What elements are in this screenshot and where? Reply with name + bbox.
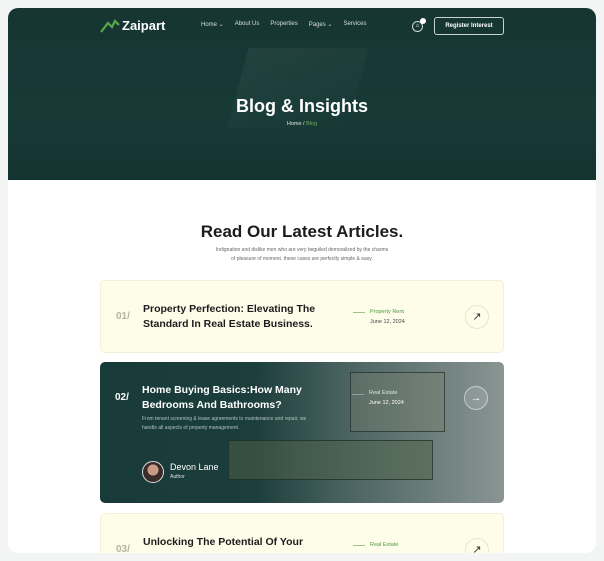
breadcrumb: Home / Blog [8,121,596,127]
nav-services[interactable]: Services [343,21,366,28]
nav-home[interactable]: Home ⌄ [201,21,224,28]
page-title: Blog & Insights [236,96,368,116]
cart-badge [420,18,426,24]
article-card-featured[interactable]: 02/ Home Buying Basics:How Many Bedrooms… [100,362,504,503]
article-card[interactable]: 01/ Property Perfection: Elevating The S… [100,280,504,353]
author-role: Author [170,474,185,480]
article-category[interactable]: Real Estate [370,542,398,548]
article-number: 01/ [116,311,130,322]
breadcrumb-current: Blog [306,121,318,127]
article-title[interactable]: Unlocking The Potential Of Your [143,535,353,550]
section-subtitle: Indignation and dislike men who are very… [8,246,596,264]
nav-about[interactable]: About Us [235,21,260,28]
divider-line [353,312,365,313]
article-date: June 12, 2024 [370,319,405,325]
subtitle-line: Indignation and dislike men who are very… [215,247,389,253]
article-category[interactable]: Property Rent [370,309,404,315]
divider-line [353,545,365,546]
logo-text: Zaipart [122,18,166,33]
article-date: June 12, 2024 [369,400,404,406]
page: Zaipart Home ⌄ About Us Properties Pages… [8,8,596,553]
hero-banner: Zaipart Home ⌄ About Us Properties Pages… [8,8,596,180]
author-name: Devon Lane [170,462,219,472]
author-avatar [142,461,164,483]
register-interest-button[interactable]: Register Interest [434,17,504,35]
logo[interactable]: Zaipart [100,18,165,33]
cart-icon[interactable]: ⌂ [412,18,426,32]
article-title[interactable]: Home Buying Basics:How Many Bedrooms And… [142,383,352,413]
top-nav: Zaipart Home ⌄ About Us Properties Pages… [8,8,596,46]
building-window [228,440,433,480]
arrow-up-right-icon[interactable]: ↗ [465,538,489,553]
article-category[interactable]: Real Estate [369,390,397,396]
article-card[interactable]: 03/ Unlocking The Potential Of Your Real… [100,513,504,553]
article-number: 02/ [115,392,129,403]
breadcrumb-home[interactable]: Home [287,121,302,127]
article-number: 03/ [116,544,130,553]
house-logo-icon [100,18,120,33]
subtitle-line: of pleasure of moment. these cases are p… [231,256,373,262]
nav-pages[interactable]: Pages ⌄ [309,21,333,28]
divider-line [352,394,364,395]
arrow-right-icon[interactable]: → [464,386,488,410]
section-title: Read Our Latest Articles. [200,222,404,241]
main-menu: Home ⌄ About Us Properties Pages ⌄ Servi… [201,21,366,28]
article-title[interactable]: Property Perfection: Elevating The Stand… [143,302,353,332]
nav-properties[interactable]: Properties [270,21,297,28]
arrow-up-right-icon[interactable]: ↗ [465,305,489,329]
article-description: From tenant screening & lease agreements… [142,416,307,431]
